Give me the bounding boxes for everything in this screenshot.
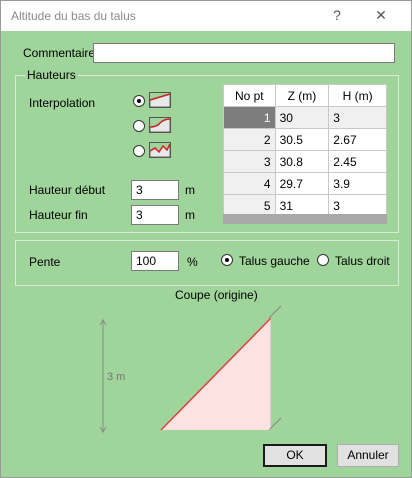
table-row[interactable]: 2 30.5 2.67 bbox=[223, 128, 387, 151]
table-row[interactable]: 1 30 3 bbox=[223, 106, 387, 129]
dialog-window: Altitude du bas du talus ? ✕ Commentaire… bbox=[0, 0, 412, 478]
ok-button[interactable]: OK bbox=[263, 444, 327, 467]
talus-gauche-radio[interactable] bbox=[221, 254, 233, 266]
talus-gauche-label[interactable]: Talus gauche bbox=[239, 254, 310, 268]
curve-profile-icon[interactable] bbox=[149, 117, 171, 133]
talus-droit-label[interactable]: Talus droit bbox=[335, 254, 390, 268]
hauteur-debut-label: Hauteur début bbox=[29, 183, 106, 197]
z-cell[interactable]: 30.8 bbox=[274, 150, 330, 173]
row-number[interactable]: 2 bbox=[223, 128, 276, 151]
table-row[interactable]: 3 30.8 2.45 bbox=[223, 150, 387, 173]
hauteur-fin-label: Hauteur fin bbox=[29, 208, 88, 222]
coupe-title: Coupe (origine) bbox=[175, 288, 258, 302]
window-title: Altitude du bas du talus bbox=[11, 9, 136, 23]
dialog-client-area: Commentaire Hauteurs Interpolation Haute… bbox=[3, 32, 409, 476]
hauteur-debut-input[interactable] bbox=[131, 180, 179, 200]
col-header-z[interactable]: Z (m) bbox=[274, 84, 330, 107]
interpolation-linear-radio[interactable] bbox=[133, 95, 145, 107]
hauteur-fin-unit: m bbox=[185, 208, 195, 222]
interpolation-jagged-radio[interactable] bbox=[133, 145, 145, 157]
z-cell[interactable]: 30 bbox=[274, 106, 330, 129]
row-number[interactable]: 3 bbox=[223, 150, 276, 173]
table-row[interactable]: 4 29.7 3.9 bbox=[223, 172, 387, 195]
help-button[interactable]: ? bbox=[327, 7, 347, 25]
linear-profile-icon[interactable] bbox=[149, 92, 171, 108]
hauteur-fin-input[interactable] bbox=[131, 205, 179, 225]
table-header-row: No pt Z (m) H (m) bbox=[223, 84, 387, 107]
coupe-height-label: 3 m bbox=[107, 371, 126, 383]
h-cell[interactable]: 2.67 bbox=[328, 128, 387, 151]
row-number[interactable]: 4 bbox=[223, 172, 276, 195]
hauteurs-caption: Hauteurs bbox=[25, 68, 78, 82]
row-number[interactable]: 1 bbox=[223, 106, 276, 129]
commentaire-input[interactable] bbox=[93, 43, 395, 63]
z-cell[interactable]: 29.7 bbox=[274, 172, 330, 195]
interpolation-curve-radio[interactable] bbox=[133, 120, 145, 132]
interpolation-label: Interpolation bbox=[29, 96, 96, 110]
commentaire-label: Commentaire bbox=[23, 46, 96, 60]
talus-droit-radio[interactable] bbox=[317, 254, 329, 266]
h-cell[interactable]: 2.45 bbox=[328, 150, 387, 173]
pente-input[interactable] bbox=[131, 251, 179, 271]
annuler-button[interactable]: Annuler bbox=[337, 444, 399, 467]
jagged-profile-icon[interactable] bbox=[149, 142, 171, 158]
hauteur-debut-unit: m bbox=[185, 183, 195, 197]
coupe-diagram bbox=[99, 305, 282, 433]
z-cell[interactable]: 30.5 bbox=[274, 128, 330, 151]
col-header-no-pt[interactable]: No pt bbox=[223, 84, 276, 107]
table-scroll-footer bbox=[223, 214, 387, 224]
points-table[interactable]: No pt Z (m) H (m) 1 30 3 2 30.5 2.67 3 3… bbox=[223, 84, 387, 217]
h-cell[interactable]: 3.9 bbox=[328, 172, 387, 195]
pente-label: Pente bbox=[29, 255, 61, 269]
title-bar: Altitude du bas du talus ? ✕ bbox=[1, 1, 411, 31]
pente-unit: % bbox=[187, 255, 198, 269]
h-cell[interactable]: 3 bbox=[328, 106, 387, 129]
close-button[interactable]: ✕ bbox=[371, 7, 391, 25]
col-header-h[interactable]: H (m) bbox=[328, 84, 387, 107]
